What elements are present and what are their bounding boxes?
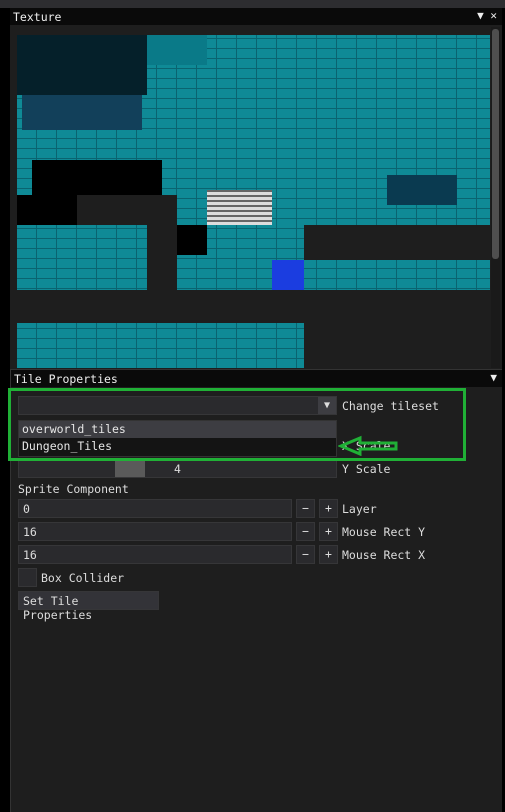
slider-grab[interactable] <box>115 460 145 477</box>
texture-title-bar[interactable]: Texture ▼ ✕ <box>10 8 502 25</box>
mouse-rect-x-increment-button[interactable]: + <box>319 545 338 564</box>
tile-properties-title: Tile Properties <box>14 372 118 386</box>
mouse-rect-x-input[interactable]: 16 <box>18 545 292 564</box>
texture-scrollbar[interactable] <box>491 27 500 368</box>
set-tile-properties-button[interactable]: Set Tile Properties <box>18 591 159 622</box>
tile-properties-title-bar[interactable]: Tile Properties ▼ <box>11 370 502 387</box>
sprite-component-heading: Sprite Component <box>18 482 129 496</box>
mouse-rect-y-label: Mouse Rect Y <box>342 525 426 539</box>
texture-window: Texture ▼ ✕ <box>10 8 502 370</box>
annotation-arrow-icon <box>338 435 398 456</box>
layer-label: Layer <box>342 502 377 516</box>
mouse-rect-y-input[interactable]: 16 <box>18 522 292 541</box>
box-collider-label: Box Collider <box>41 571 125 585</box>
box-collider-checkbox[interactable] <box>18 568 37 587</box>
mouse-rect-x-decrement-button[interactable]: − <box>296 545 315 564</box>
tileset-texture-image[interactable] <box>17 35 490 368</box>
mouse-rect-y-decrement-button[interactable]: − <box>296 522 315 541</box>
collapse-icon[interactable]: ▼ <box>477 9 484 22</box>
top-bar <box>0 0 505 8</box>
texture-title: Texture <box>13 10 62 24</box>
y-scale-slider[interactable]: 4 <box>18 459 337 478</box>
mouse-rect-x-label: Mouse Rect X <box>342 548 426 562</box>
y-scale-label: Y Scale <box>342 462 391 476</box>
scrollbar-thumb[interactable] <box>492 29 499 259</box>
collapse-icon[interactable]: ▼ <box>490 371 497 384</box>
layer-decrement-button[interactable]: − <box>296 499 315 518</box>
close-icon[interactable]: ✕ <box>490 9 497 22</box>
layer-increment-button[interactable]: + <box>319 499 338 518</box>
layer-input[interactable]: 0 <box>18 499 292 518</box>
mouse-rect-y-increment-button[interactable]: + <box>319 522 338 541</box>
